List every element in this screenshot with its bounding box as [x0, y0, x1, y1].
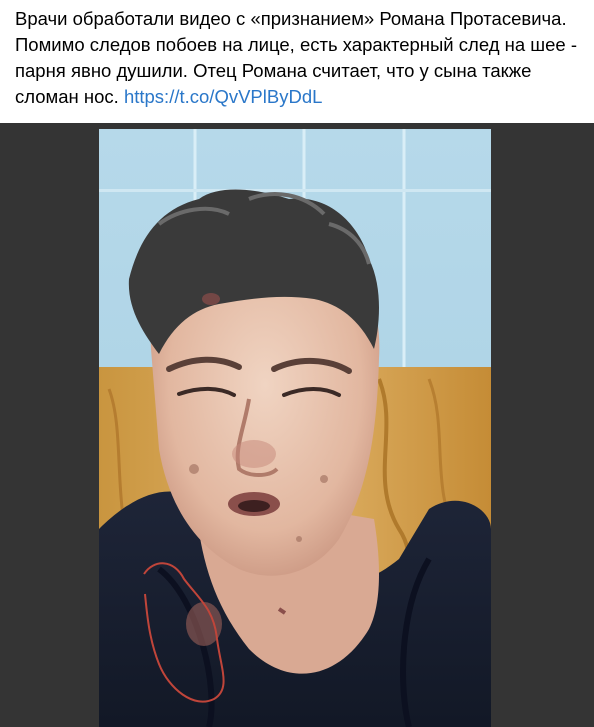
- post-text-line-content: сломан нос.: [15, 86, 119, 107]
- video-still[interactable]: [99, 129, 491, 727]
- post-text-line: Врачи обработали видео с «признанием» Ро…: [15, 8, 567, 29]
- post-text-line-last: сломан нос. https://t.co/QvVPlByDdL: [15, 84, 587, 110]
- post-text: Врачи обработали видео с «признанием» Ро…: [15, 6, 587, 110]
- photo-icon: [99, 129, 491, 727]
- post-text-line: парня явно душили. Отец Романа считает, …: [15, 60, 532, 81]
- post-link[interactable]: https://t.co/QvVPlByDdL: [124, 86, 322, 107]
- media-container[interactable]: [0, 123, 594, 727]
- post-text-line: Помимо следов побоев на лице, есть харак…: [15, 34, 578, 55]
- post-card: Врачи обработали видео с «признанием» Ро…: [0, 0, 594, 727]
